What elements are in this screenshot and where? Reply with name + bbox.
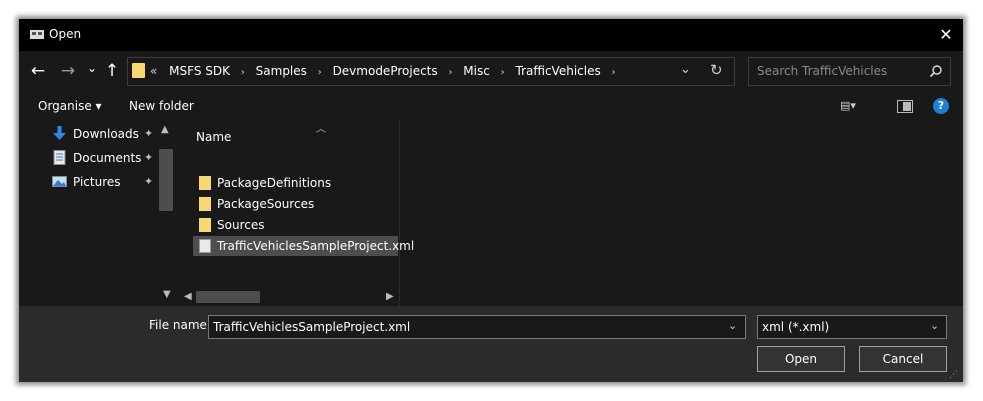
file-name-dropdown-chevron-icon[interactable]: ⌄: [728, 319, 737, 332]
breadcrumb-separator-icon[interactable]: ›: [612, 67, 616, 78]
list-item-selected[interactable]: TrafficVehiclesSampleProject.xml: [193, 236, 414, 256]
nav-item-label: Documents: [73, 151, 142, 165]
folder-icon: [199, 218, 211, 232]
preview-pane-icon[interactable]: [897, 100, 913, 113]
breadcrumb-overflow[interactable]: «: [150, 64, 157, 78]
navigation-pane: Downloads ✦ Documents ✦ Pictures ✦ ▲ ▼: [19, 121, 178, 306]
file-list-pane: Name ︿ PackageDefinitions PackageSources…: [178, 121, 414, 306]
search-input[interactable]: Search TrafficVehicles: [748, 57, 951, 86]
change-view-icon[interactable]: ▤▾: [840, 99, 856, 112]
open-button[interactable]: Open: [757, 346, 845, 372]
file-type-select[interactable]: xml (*.xml) ⌄: [757, 315, 947, 339]
list-item-label: PackageDefinitions: [217, 176, 332, 190]
pin-icon[interactable]: ✦: [144, 127, 153, 140]
new-folder-button[interactable]: New folder: [129, 99, 194, 113]
pin-icon[interactable]: ✦: [144, 151, 153, 164]
file-name-label: File name:: [149, 318, 211, 332]
file-type-value: xml (*.xml): [762, 320, 830, 334]
command-toolbar: Organise ▾ New folder ▤▾ ?: [19, 91, 963, 121]
back-arrow-icon[interactable]: ←: [27, 60, 49, 82]
window-title: Open: [49, 27, 82, 41]
dialog-footer: File name: TrafficVehiclesSampleProject.…: [19, 306, 963, 382]
scroll-up-chevron-icon[interactable]: ▲: [161, 124, 169, 135]
scroll-right-chevron-icon[interactable]: ▶: [386, 291, 394, 302]
title-bar: Open ✕: [19, 19, 963, 51]
folder-icon: [199, 176, 211, 190]
nav-item-documents[interactable]: Documents ✦: [52, 148, 172, 168]
list-item[interactable]: PackageSources: [193, 194, 398, 214]
breadcrumb-item[interactable]: MSFS SDK: [169, 64, 230, 78]
file-name-value[interactable]: TrafficVehiclesSampleProject.xml: [213, 320, 410, 334]
pin-icon[interactable]: ✦: [144, 175, 153, 188]
nav-item-pictures[interactable]: Pictures ✦: [52, 172, 172, 192]
document-icon: [53, 150, 66, 165]
column-header: Name ︿: [178, 121, 399, 149]
address-dropdown-chevron-icon[interactable]: ⌄: [680, 62, 691, 77]
open-file-dialog: Open ✕ ← → ⌄ ↑ « MSFS SDK › Samples › De…: [19, 19, 963, 382]
download-arrow-icon: [53, 126, 66, 140]
folder-icon: [199, 197, 211, 211]
scrollbar-thumb[interactable]: [159, 149, 173, 211]
scroll-down-chevron-icon[interactable]: ▼: [163, 289, 171, 300]
file-type-dropdown-chevron-icon[interactable]: ⌄: [930, 319, 939, 332]
nav-item-downloads[interactable]: Downloads ✦: [52, 124, 172, 144]
search-placeholder: Search TrafficVehicles: [757, 64, 888, 78]
navigation-bar: ← → ⌄ ↑ « MSFS SDK › Samples › DevmodePr…: [19, 51, 963, 91]
xml-file-icon: [199, 239, 211, 253]
list-item-label: Sources: [217, 218, 265, 232]
list-item[interactable]: PackageDefinitions: [193, 173, 398, 193]
breadcrumb-item[interactable]: DevmodeProjects: [333, 64, 438, 78]
breadcrumb-separator-icon[interactable]: ›: [448, 67, 452, 78]
nav-item-label: Downloads: [73, 127, 139, 141]
help-icon[interactable]: ?: [933, 98, 949, 114]
pictures-icon: [52, 176, 67, 187]
refresh-icon[interactable]: ↻: [710, 61, 723, 79]
list-item-label: TrafficVehiclesSampleProject.xml: [217, 239, 415, 253]
breadcrumb-separator-icon[interactable]: ›: [318, 67, 322, 78]
search-icon[interactable]: [929, 64, 943, 78]
column-header-name[interactable]: Name: [196, 130, 231, 144]
list-item[interactable]: Sources: [193, 215, 398, 235]
up-arrow-icon[interactable]: ↑: [101, 60, 123, 82]
close-icon[interactable]: ✕: [935, 24, 957, 46]
breadcrumb-item[interactable]: Misc: [463, 64, 490, 78]
breadcrumb-separator-icon[interactable]: ›: [501, 67, 505, 78]
recent-locations-chevron-icon[interactable]: ⌄: [81, 57, 103, 79]
forward-arrow-icon[interactable]: →: [57, 60, 79, 82]
organise-button[interactable]: Organise ▾: [38, 99, 102, 113]
breadcrumb-item[interactable]: TrafficVehicles: [516, 64, 601, 78]
breadcrumb-item[interactable]: Samples: [256, 64, 307, 78]
list-item-label: PackageSources: [217, 197, 315, 211]
horizontal-scrollbar-thumb[interactable]: [196, 291, 260, 303]
scroll-left-chevron-icon[interactable]: ◀: [184, 291, 192, 302]
folder-icon: [132, 63, 145, 78]
cancel-button[interactable]: Cancel: [859, 346, 947, 372]
breadcrumb-separator-icon[interactable]: ›: [241, 67, 245, 78]
preview-pane-fill: [903, 102, 911, 111]
file-name-field[interactable]: TrafficVehiclesSampleProject.xml ⌄: [208, 315, 746, 339]
sort-ascending-icon: ︿: [316, 124, 326, 135]
app-icon: [30, 30, 44, 39]
resize-grip-icon[interactable]: ⋰: [949, 370, 958, 380]
breadcrumb: « MSFS SDK › Samples › DevmodeProjects ›…: [150, 64, 623, 80]
address-bar[interactable]: « MSFS SDK › Samples › DevmodeProjects ›…: [127, 57, 735, 86]
nav-item-label: Pictures: [73, 175, 121, 189]
